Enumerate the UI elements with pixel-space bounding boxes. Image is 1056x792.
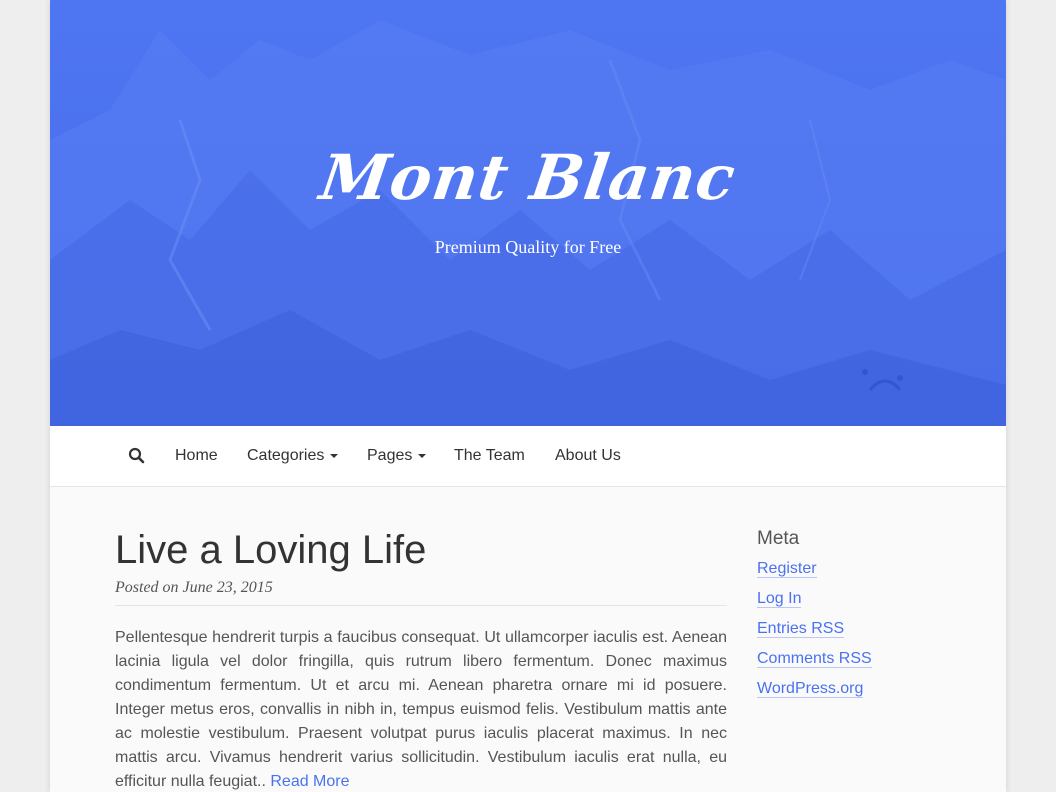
nav-item-the-team[interactable]: The Team [454,426,525,486]
page: Mont Blanc Premium Quality for Free Home… [50,0,1006,792]
main-navigation: Home Categories Pages The Team About Us [50,426,1006,487]
list-item: Log In [757,587,872,617]
nav-item-home[interactable]: Home [175,426,218,486]
post-excerpt-text: Pellentesque hendrerit turpis a faucibus… [115,629,727,790]
nav-item-categories[interactable]: Categories [247,426,339,486]
nav-item-label: Categories [247,447,325,464]
nav-item-label: About Us [555,447,621,464]
nav-item-label: Home [175,447,218,464]
meta-links-list: Register Log In Entries RSS Comments RSS… [757,557,872,707]
list-item: WordPress.org [757,677,872,707]
nav-item-label: The Team [454,447,525,464]
list-item: Register [757,557,872,587]
log-in-link[interactable]: Log In [757,590,802,608]
register-link[interactable]: Register [757,560,817,578]
site-tagline: Premium Quality for Free [434,237,622,257]
comments-rss-link[interactable]: Comments RSS [757,650,872,668]
site-title[interactable]: Mont Blanc [50,138,1006,218]
list-item: Entries RSS [757,617,872,647]
divider [115,605,727,606]
entries-rss-link[interactable]: Entries RSS [757,620,845,638]
wordpress-org-link[interactable]: WordPress.org [757,680,864,698]
nav-item-label: Pages [367,447,413,464]
nav-item-pages[interactable]: Pages [367,426,427,486]
post-title[interactable]: Live a Loving Life [115,526,426,574]
caret-down-icon [418,453,427,458]
post-meta: Posted on June 23, 2015 [115,579,273,596]
list-item: Comments RSS [757,647,872,677]
caret-down-icon [330,453,339,458]
nav-item-about-us[interactable]: About Us [555,426,621,486]
widget-title-meta: Meta [757,528,800,549]
search-icon[interactable] [128,447,146,465]
post-excerpt: Pellentesque hendrerit turpis a faucibus… [115,626,727,792]
read-more-link[interactable]: Read More [270,773,349,790]
hero-banner: Mont Blanc Premium Quality for Free [50,0,1006,426]
